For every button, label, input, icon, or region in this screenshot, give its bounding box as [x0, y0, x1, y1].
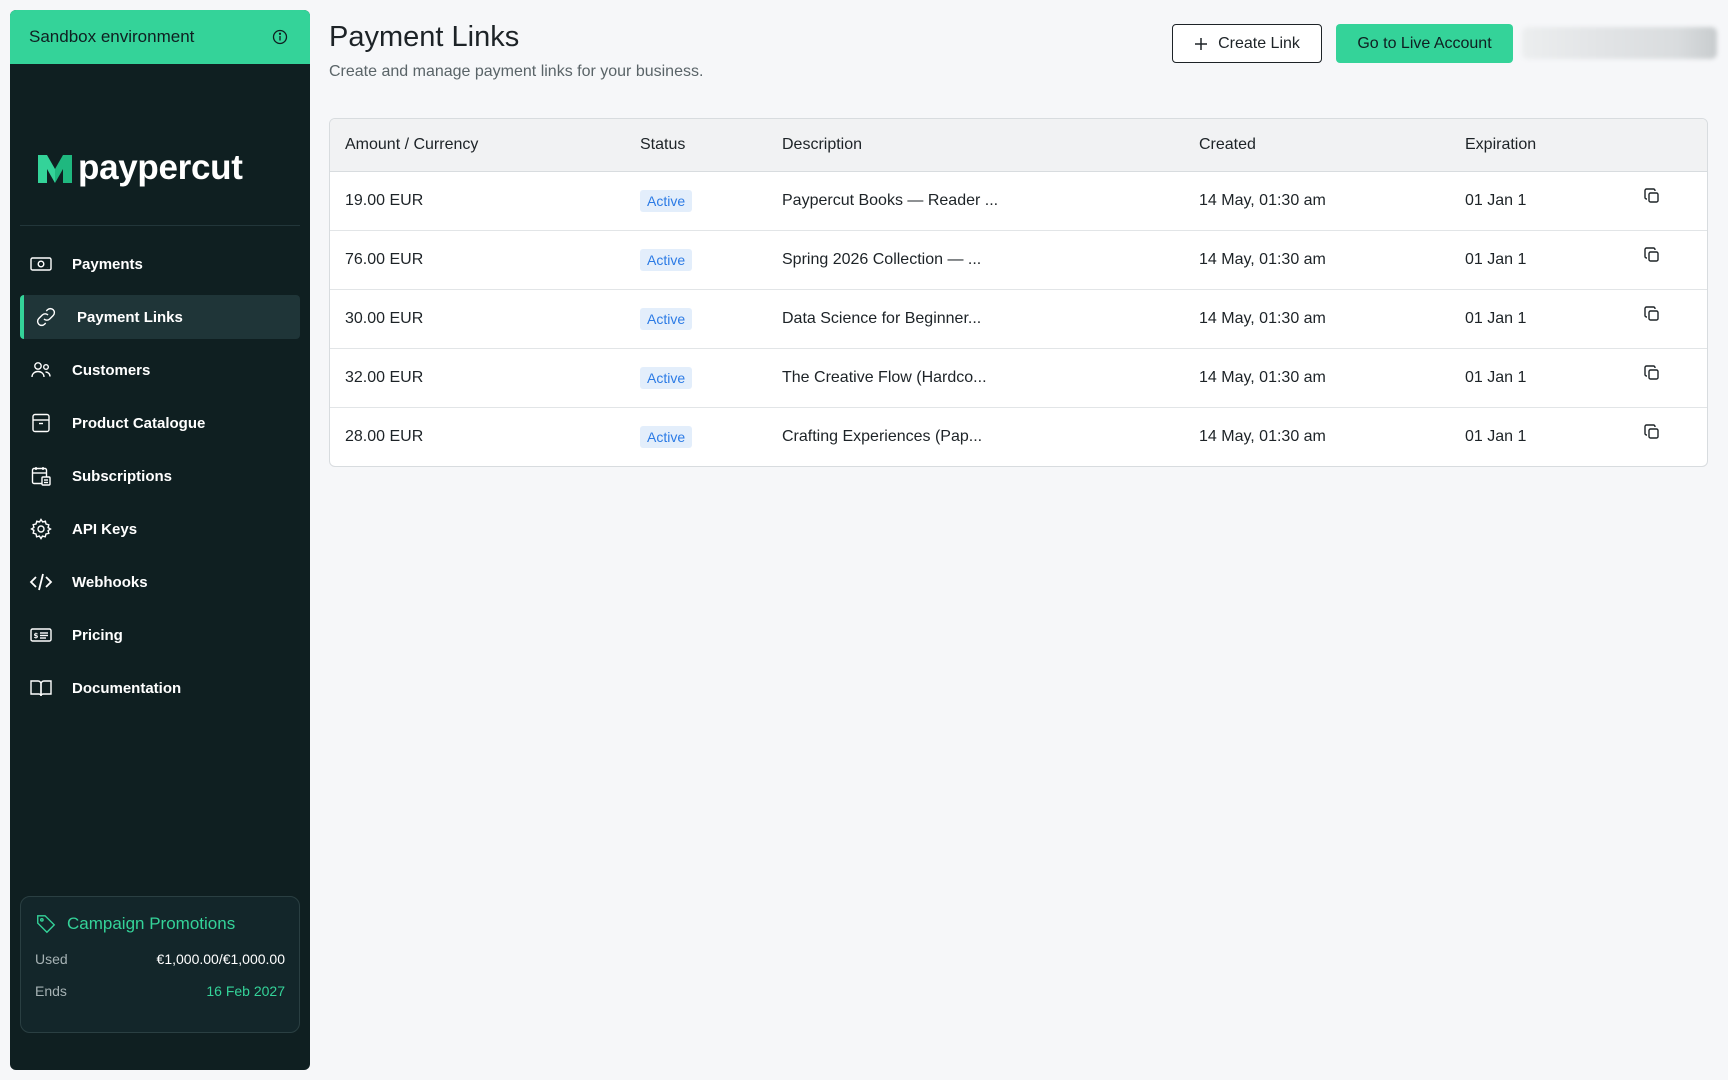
page-title: Payment Links	[329, 21, 520, 53]
cell-description: The Creative Flow (Hardco...	[767, 348, 1184, 408]
cell-amount: 19.00 EUR	[330, 171, 625, 231]
status-badge: Active	[640, 366, 693, 389]
user-account-menu[interactable]	[1522, 27, 1717, 59]
cell-expiration: 01 Jan 1	[1450, 348, 1628, 408]
promo-used-label: Used	[35, 951, 68, 967]
sidebar: Sandbox environment paypercut Payments P…	[10, 10, 310, 1070]
status-badge: Active	[640, 189, 693, 212]
promo-title-text: Campaign Promotions	[67, 914, 236, 933]
copy-icon[interactable]	[1643, 423, 1661, 441]
sidebar-item-pricing[interactable]: $ Pricing	[20, 613, 300, 657]
code-icon	[29, 573, 53, 591]
sidebar-item-product-catalogue[interactable]: Product Catalogue	[20, 401, 300, 445]
cell-description: Data Science for Beginner...	[767, 289, 1184, 349]
sidebar-item-label: Subscriptions	[72, 467, 173, 485]
status-badge: Active	[640, 425, 693, 448]
cell-description: Spring 2026 Collection — ...	[767, 230, 1184, 290]
cell-created: 14 May, 01:30 am	[1184, 289, 1450, 349]
table-row[interactable]: 30.00 EUR Active Data Science for Beginn…	[330, 289, 1707, 349]
promo-ends-row: Ends 16 Feb 2027	[35, 983, 285, 999]
main-content: Payment Links Create and manage payment …	[329, 0, 1728, 1080]
status-badge: Active	[640, 307, 693, 330]
column-header-actions	[1628, 119, 1707, 172]
column-header-amount[interactable]: Amount / Currency	[330, 119, 625, 172]
sidebar-item-label: Payment Links	[77, 308, 183, 326]
sidebar-item-documentation[interactable]: Documentation	[20, 666, 300, 710]
environment-label: Sandbox environment	[29, 27, 195, 46]
cell-description: Crafting Experiences (Pap...	[782, 427, 983, 445]
status-badge: Active	[640, 248, 693, 271]
sidebar-item-label: Pricing	[72, 626, 123, 644]
sidebar-item-label: Payments	[72, 255, 143, 273]
copy-icon[interactable]	[1643, 246, 1661, 264]
cell-amount: 30.00 EUR	[330, 289, 625, 349]
cell-expiration: 01 Jan 1	[1450, 289, 1628, 349]
promo-used-row: Used €1,000.00/€1,000.00	[35, 951, 285, 967]
table-row[interactable]: 28.00 EUR Active Crafting Experiences (P…	[330, 407, 1707, 466]
sidebar-item-customers[interactable]: Customers	[20, 348, 300, 392]
column-header-created[interactable]: Created	[1184, 119, 1450, 172]
svg-text:$: $	[34, 632, 39, 640]
info-icon[interactable]	[272, 29, 288, 45]
sidebar-item-payment-links[interactable]: Payment Links	[20, 295, 300, 339]
cell-created: 14 May, 01:30 am	[1184, 171, 1450, 231]
cell-expiration: 01 Jan 1	[1450, 230, 1628, 290]
column-header-description[interactable]: Description	[767, 119, 1184, 172]
sidebar-item-label: Product Catalogue	[72, 414, 206, 432]
banknote-icon	[30, 257, 52, 271]
go-to-live-label: Go to Live Account	[1357, 34, 1492, 52]
cell-expiration: 01 Jan 1	[1465, 427, 1527, 445]
promo-title: Campaign Promotions	[35, 913, 285, 935]
paypercut-logo-icon	[38, 154, 72, 183]
plus-icon	[1195, 37, 1208, 50]
promo-used-value: €1,000.00/€1,000.00	[156, 951, 285, 967]
sidebar-item-api-keys[interactable]: API Keys	[20, 507, 300, 551]
price-card-icon: $	[30, 628, 52, 642]
box-icon	[32, 413, 50, 433]
copy-icon[interactable]	[1643, 187, 1661, 205]
brand-logo[interactable]: paypercut	[20, 64, 300, 226]
table-row[interactable]: 32.00 EUR Active The Creative Flow (Hard…	[330, 348, 1707, 408]
promo-ends-label: Ends	[35, 983, 67, 999]
payment-links-table: Amount / Currency Status Description Cre…	[329, 118, 1708, 467]
sidebar-item-label: Customers	[72, 361, 151, 379]
tag-icon	[37, 915, 56, 934]
cell-created: 14 May, 01:30 am	[1184, 230, 1450, 290]
copy-icon[interactable]	[1643, 305, 1661, 323]
column-header-expiration[interactable]: Expiration	[1450, 119, 1628, 172]
table-row[interactable]: 76.00 EUR Active Spring 2026 Collection …	[330, 230, 1707, 290]
link-icon	[36, 307, 56, 327]
sidebar-item-label: API Keys	[72, 520, 138, 538]
column-header-status[interactable]: Status	[625, 119, 767, 172]
calendar-stack-icon	[31, 467, 51, 486]
table-row[interactable]: 19.00 EUR Active Paypercut Books — Reade…	[330, 171, 1707, 231]
promo-ends-value: 16 Feb 2027	[206, 983, 285, 999]
create-link-button[interactable]: Create Link	[1172, 24, 1322, 63]
book-icon	[30, 680, 52, 697]
cell-created: 14 May, 01:30 am	[1184, 348, 1450, 408]
page-subtitle: Create and manage payment links for your…	[329, 63, 704, 80]
campaign-promotions-card[interactable]: Campaign Promotions Used €1,000.00/€1,00…	[20, 896, 300, 1033]
table-header-row: Amount / Currency Status Description Cre…	[330, 119, 1707, 172]
cell-description: Paypercut Books — Reader ...	[767, 171, 1184, 231]
brand-name: paypercut	[78, 147, 243, 187]
cell-created: 14 May, 01:30 am	[1199, 427, 1326, 445]
sidebar-nav: Payments Payment Links Customers Product…	[10, 226, 310, 710]
cell-amount: 28.00 EUR	[345, 427, 424, 445]
cell-expiration: 01 Jan 1	[1450, 171, 1628, 231]
cell-amount: 76.00 EUR	[330, 230, 625, 290]
gear-icon	[30, 518, 52, 540]
sidebar-item-webhooks[interactable]: Webhooks	[20, 560, 300, 604]
sidebar-item-label: Webhooks	[72, 573, 148, 591]
environment-banner: Sandbox environment	[10, 10, 310, 64]
users-icon	[31, 362, 51, 378]
sidebar-item-payments[interactable]: Payments	[20, 242, 300, 286]
create-link-label: Create Link	[1218, 34, 1300, 52]
copy-icon[interactable]	[1643, 364, 1661, 382]
go-to-live-account-button[interactable]: Go to Live Account	[1336, 24, 1513, 63]
sidebar-item-label: Documentation	[72, 679, 182, 697]
cell-amount: 32.00 EUR	[330, 348, 625, 408]
sidebar-item-subscriptions[interactable]: Subscriptions	[20, 454, 300, 498]
